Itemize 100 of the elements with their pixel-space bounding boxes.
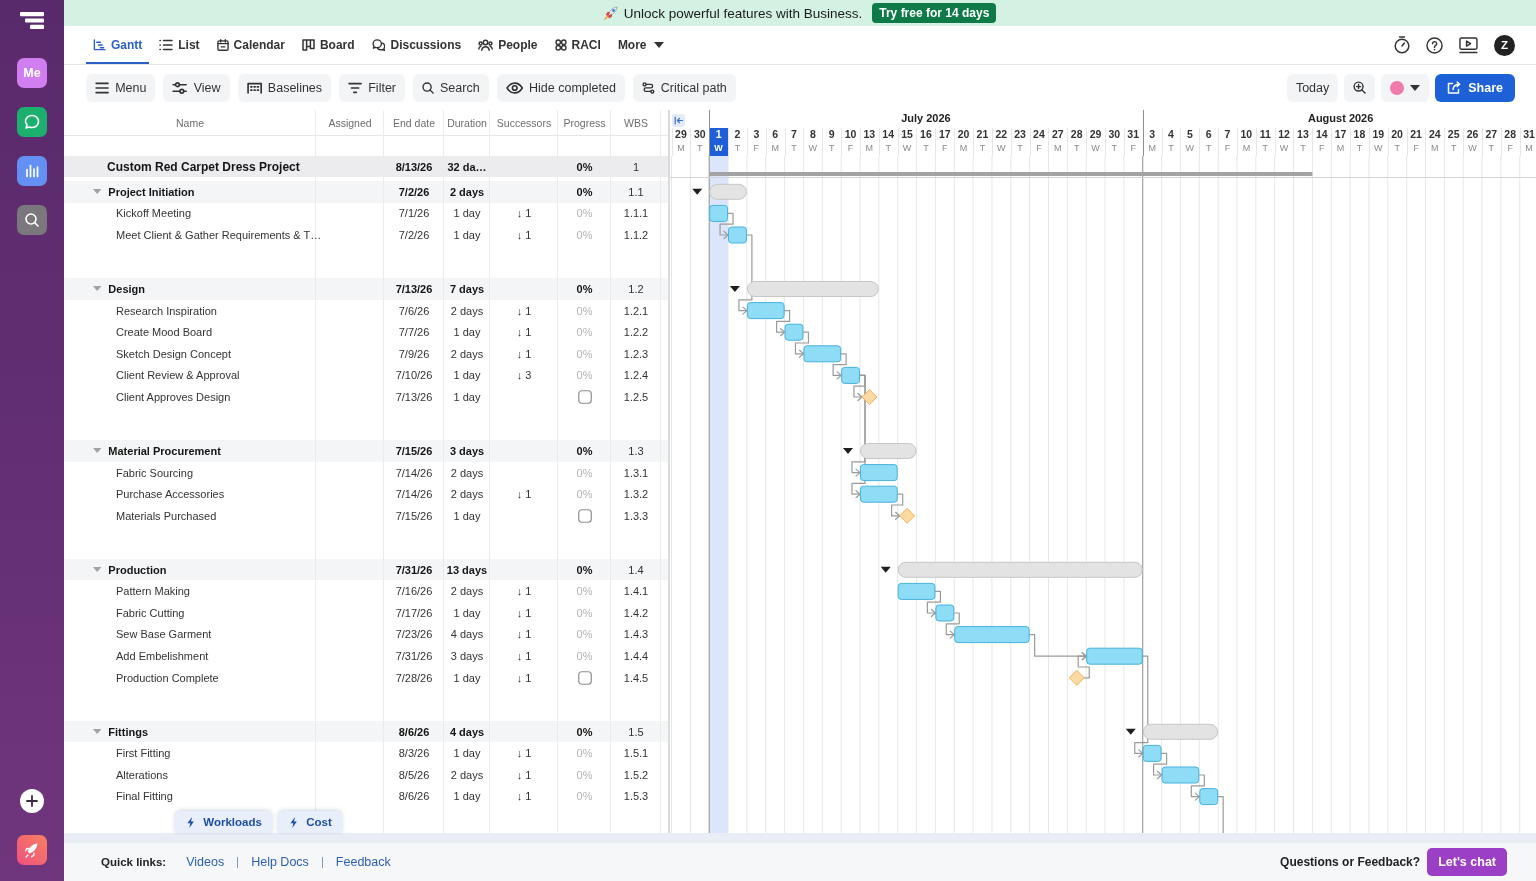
quick-action-tab[interactable]: Cost xyxy=(277,811,342,833)
horizontal-scrollbar[interactable] xyxy=(64,833,1536,843)
more-menu[interactable]: More xyxy=(610,26,671,64)
day-number: 12 xyxy=(1278,128,1290,141)
end-date: 7/1/26 xyxy=(398,207,430,220)
footer-link[interactable]: Videos xyxy=(186,855,225,869)
task-name: Final Fitting xyxy=(116,790,173,803)
day-number: 19 xyxy=(1372,128,1385,141)
duration: 4 days xyxy=(450,628,484,641)
toolbar-button[interactable]: Hide completed xyxy=(496,73,625,102)
view-tab[interactable]: Discussions xyxy=(364,26,469,64)
task-bar xyxy=(897,582,936,600)
wbs-number: 1.4.4 xyxy=(623,650,649,663)
weekday-label: M xyxy=(1525,142,1533,155)
weekday-label: W xyxy=(1091,142,1100,155)
column-header: Assigned xyxy=(328,117,372,129)
dotted-grid-icon xyxy=(246,81,262,94)
toolbar-button[interactable]: View xyxy=(163,73,230,102)
duration: 2 days xyxy=(449,185,485,198)
task-name: Purchase Accessories xyxy=(116,488,225,501)
route-icon xyxy=(641,81,655,94)
task-bar xyxy=(746,302,785,320)
today-button[interactable]: Today xyxy=(1286,73,1339,102)
task-name: Research Inspiration xyxy=(116,304,217,317)
caret-icon[interactable] xyxy=(843,448,853,454)
progress-percent: 0% xyxy=(576,768,593,781)
summary-name: Production xyxy=(108,563,167,576)
day-number: 17 xyxy=(1334,128,1347,141)
duration: 3 days xyxy=(449,444,485,457)
wbs-number: 1.2.3 xyxy=(623,347,649,360)
wbs-number: 1.2 xyxy=(628,282,644,295)
end-date: 7/15/26 xyxy=(395,444,433,457)
weekday-label: T xyxy=(1300,142,1306,155)
trial-button[interactable]: Try free for 14 days xyxy=(872,3,997,23)
progress-percent: 0% xyxy=(576,282,593,295)
checkbox[interactable] xyxy=(577,670,592,685)
caret-icon[interactable] xyxy=(692,188,703,195)
day-number: 8 xyxy=(809,128,816,141)
toolbar-button[interactable]: Filter xyxy=(339,73,405,102)
help-icon[interactable] xyxy=(1426,36,1444,54)
stopwatch-icon[interactable] xyxy=(1394,36,1411,54)
dependency-arrow xyxy=(794,331,810,358)
column-header: Successors xyxy=(496,117,552,129)
successors: ↓ 1 xyxy=(516,326,532,339)
toolbar-button[interactable]: Critical path xyxy=(632,73,736,102)
chat-button[interactable]: Let's chat xyxy=(1427,848,1507,876)
color-picker-button[interactable] xyxy=(1381,73,1430,102)
bar-chart-icon[interactable] xyxy=(17,156,47,186)
view-tab[interactable]: List xyxy=(152,26,207,64)
column-header: Duration xyxy=(447,117,487,129)
column-header: End date xyxy=(392,117,435,129)
toolbar-button[interactable]: Menu xyxy=(86,73,156,102)
toolbar-button[interactable]: Search xyxy=(413,73,489,102)
wbs-number: 1.1.2 xyxy=(623,229,649,241)
progress-percent: 0% xyxy=(576,725,593,738)
search-icon[interactable] xyxy=(17,205,47,235)
task-bar xyxy=(860,464,898,482)
view-tab[interactable]: Board xyxy=(294,26,362,64)
view-tab[interactable]: RACI xyxy=(547,26,608,64)
chat-bubble-icon[interactable] xyxy=(17,107,47,137)
end-date: 7/15/26 xyxy=(395,509,433,522)
logo-icon[interactable] xyxy=(20,12,44,29)
weekday-label: T xyxy=(1168,142,1174,155)
footer-link[interactable]: Help Docs xyxy=(251,855,309,869)
weekday-label: F xyxy=(847,142,854,155)
toolbar-button[interactable]: Baselines xyxy=(237,73,332,102)
share-button[interactable]: Share xyxy=(1435,73,1515,102)
wbs-number: 1.2.1 xyxy=(623,304,649,317)
video-player-icon[interactable] xyxy=(1459,36,1478,54)
wbs-number: 1.5.2 xyxy=(623,768,649,781)
column-header: Progress xyxy=(563,117,606,129)
checkbox[interactable] xyxy=(577,508,592,523)
caret-icon[interactable] xyxy=(729,286,740,292)
end-date: 7/17/26 xyxy=(395,606,433,619)
quick-action-tab[interactable]: Workloads xyxy=(175,811,272,833)
progress-percent: 0% xyxy=(576,326,593,339)
end-date: 7/10/26 xyxy=(395,369,433,382)
task-bar xyxy=(860,485,898,503)
checkbox[interactable] xyxy=(577,389,592,404)
end-date: 8/3/26 xyxy=(398,747,430,760)
day-number: 26 xyxy=(1466,128,1479,141)
project-name: Custom Red Carpet Dress Project xyxy=(107,159,300,174)
view-tab[interactable]: Calendar xyxy=(209,26,292,64)
view-tab[interactable]: People xyxy=(471,26,545,64)
plus-icon[interactable] xyxy=(20,789,44,813)
user-avatar[interactable]: Z xyxy=(1494,34,1515,56)
weekday-label: F xyxy=(942,142,948,155)
duration: 1 day xyxy=(453,790,481,803)
wbs-number: 1.1.1 xyxy=(623,207,649,220)
progress-percent: 0% xyxy=(576,444,593,457)
caret-icon[interactable] xyxy=(1125,728,1136,735)
caret-icon[interactable] xyxy=(880,566,891,573)
end-date: 7/31/26 xyxy=(395,650,433,663)
arrow-left-bar-icon[interactable] xyxy=(672,114,685,127)
zoom-in-button[interactable] xyxy=(1344,73,1376,102)
weekday-label: M xyxy=(959,142,968,155)
rocket-icon[interactable] xyxy=(17,835,47,865)
weekday-label: M xyxy=(1336,142,1345,155)
end-date: 8/5/26 xyxy=(398,768,430,781)
footer-link[interactable]: Feedback xyxy=(335,855,391,869)
